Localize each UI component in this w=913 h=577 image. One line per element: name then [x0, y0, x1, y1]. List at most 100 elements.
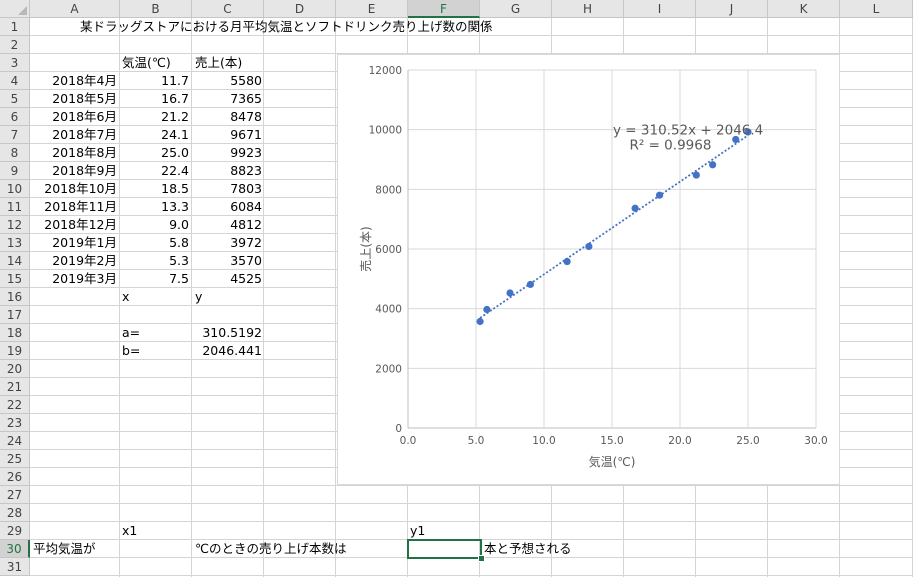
value-a[interactable]: 310.5192: [192, 324, 262, 342]
y-tick-label: 10000: [369, 125, 402, 137]
row-header-7[interactable]: 7: [0, 126, 30, 144]
row-header-2[interactable]: 2: [0, 36, 30, 54]
row-header-17[interactable]: 17: [0, 306, 30, 324]
label-y1[interactable]: y1: [410, 522, 425, 540]
label-a[interactable]: a=: [122, 324, 140, 342]
scatter-chart[interactable]: 0 2000 4000 6000 8000 10000 12000 0.0 5.0 10.0 15.…: [337, 54, 840, 485]
row-header-24[interactable]: 24: [0, 432, 30, 450]
cell-sales[interactable]: 5580: [192, 72, 262, 90]
cell-temp[interactable]: 5.8: [120, 234, 189, 252]
column-header-b[interactable]: B: [120, 0, 192, 18]
label-y[interactable]: y: [195, 288, 202, 306]
cell-temp[interactable]: 25.0: [120, 144, 189, 162]
cell-month[interactable]: 2018年10月: [30, 180, 117, 198]
cell-temp[interactable]: 11.7: [120, 72, 189, 90]
row-header-14[interactable]: 14: [0, 252, 30, 270]
row-header-29[interactable]: 29: [0, 522, 30, 540]
value-b[interactable]: 2046.441: [192, 342, 262, 360]
column-header-h[interactable]: H: [552, 0, 624, 18]
cell-month[interactable]: 2019年3月: [30, 270, 117, 288]
cell-month[interactable]: 2018年11月: [30, 198, 117, 216]
row-header-20[interactable]: 20: [0, 360, 30, 378]
column-header-l[interactable]: L: [840, 0, 913, 18]
column-header-f[interactable]: F: [408, 0, 480, 18]
cell-sales[interactable]: 4812: [192, 216, 262, 234]
sentence-prefix[interactable]: 平均気温が: [33, 540, 96, 558]
column-header-g[interactable]: G: [480, 0, 552, 18]
cell-sales[interactable]: 6084: [192, 198, 262, 216]
column-header-j[interactable]: J: [696, 0, 768, 18]
row-header-15[interactable]: 15: [0, 270, 30, 288]
row-header-12[interactable]: 12: [0, 216, 30, 234]
row-header-4[interactable]: 4: [0, 72, 30, 90]
cell-month[interactable]: 2019年2月: [30, 252, 117, 270]
row-header-23[interactable]: 23: [0, 414, 30, 432]
cell-month[interactable]: 2018年12月: [30, 216, 117, 234]
cell-temp[interactable]: 7.5: [120, 270, 189, 288]
label-x1[interactable]: x1: [122, 522, 137, 540]
sheet-title[interactable]: 某ドラッグストアにおける月平均気温とソフトドリンク売り上げ数の関係: [80, 18, 493, 36]
cell-temp[interactable]: 13.3: [120, 198, 189, 216]
header-sales[interactable]: 売上(本): [195, 54, 242, 72]
cell-month[interactable]: 2018年8月: [30, 144, 117, 162]
row-header-13[interactable]: 13: [0, 234, 30, 252]
column-header-a[interactable]: A: [30, 0, 120, 18]
cell-temp[interactable]: 21.2: [120, 108, 189, 126]
row-header-11[interactable]: 11: [0, 198, 30, 216]
cell-temp[interactable]: 22.4: [120, 162, 189, 180]
row-header-6[interactable]: 6: [0, 108, 30, 126]
cell-month[interactable]: 2018年4月: [30, 72, 117, 90]
fill-handle[interactable]: [478, 555, 485, 562]
cell-month[interactable]: 2018年6月: [30, 108, 117, 126]
column-header-c[interactable]: C: [192, 0, 264, 18]
cell-temp[interactable]: 16.7: [120, 90, 189, 108]
row-header-30[interactable]: 30: [0, 540, 30, 558]
cell-sales[interactable]: 4525: [192, 270, 262, 288]
cell-sales[interactable]: 3570: [192, 252, 262, 270]
active-cell-f30[interactable]: [407, 539, 482, 559]
cell-sales[interactable]: 8478: [192, 108, 262, 126]
row-header-22[interactable]: 22: [0, 396, 30, 414]
label-b[interactable]: b=: [122, 342, 140, 360]
row-header-21[interactable]: 21: [0, 378, 30, 396]
row-header-27[interactable]: 27: [0, 486, 30, 504]
cell-month[interactable]: 2018年7月: [30, 126, 117, 144]
cell-temp[interactable]: 9.0: [120, 216, 189, 234]
row-header-28[interactable]: 28: [0, 504, 30, 522]
cell-sales[interactable]: 7365: [192, 90, 262, 108]
cell-temp[interactable]: 18.5: [120, 180, 189, 198]
select-all-corner[interactable]: [0, 0, 30, 18]
x-tick-label: 0.0: [400, 435, 417, 447]
cell-sales[interactable]: 9671: [192, 126, 262, 144]
row-header-8[interactable]: 8: [0, 144, 30, 162]
cell-sales[interactable]: 9923: [192, 144, 262, 162]
row-header-9[interactable]: 9: [0, 162, 30, 180]
cell-sales[interactable]: 8823: [192, 162, 262, 180]
header-temp[interactable]: 気温(℃): [122, 54, 171, 72]
cell-month[interactable]: 2018年5月: [30, 90, 117, 108]
row-header-25[interactable]: 25: [0, 450, 30, 468]
row-header-5[interactable]: 5: [0, 90, 30, 108]
cell-temp[interactable]: 5.3: [120, 252, 189, 270]
column-header-k[interactable]: K: [768, 0, 840, 18]
sentence-suffix[interactable]: 本と予想される: [484, 540, 572, 558]
row-header-3[interactable]: 3: [0, 54, 30, 72]
x-tick-label: 20.0: [668, 435, 691, 447]
cell-sales[interactable]: 7803: [192, 180, 262, 198]
cell-month[interactable]: 2018年9月: [30, 162, 117, 180]
sentence-middle[interactable]: ℃のときの売り上げ本数は: [195, 540, 347, 558]
cell-sales[interactable]: 3972: [192, 234, 262, 252]
row-header-31[interactable]: 31: [0, 558, 30, 576]
row-header-26[interactable]: 26: [0, 468, 30, 486]
row-header-1[interactable]: 1: [0, 18, 30, 36]
cell-month[interactable]: 2019年1月: [30, 234, 117, 252]
row-header-10[interactable]: 10: [0, 180, 30, 198]
column-header-i[interactable]: I: [624, 0, 696, 18]
label-x[interactable]: x: [122, 288, 129, 306]
column-header-e[interactable]: E: [336, 0, 408, 18]
row-header-18[interactable]: 18: [0, 324, 30, 342]
column-header-d[interactable]: D: [264, 0, 336, 18]
row-header-19[interactable]: 19: [0, 342, 30, 360]
cell-temp[interactable]: 24.1: [120, 126, 189, 144]
row-header-16[interactable]: 16: [0, 288, 30, 306]
